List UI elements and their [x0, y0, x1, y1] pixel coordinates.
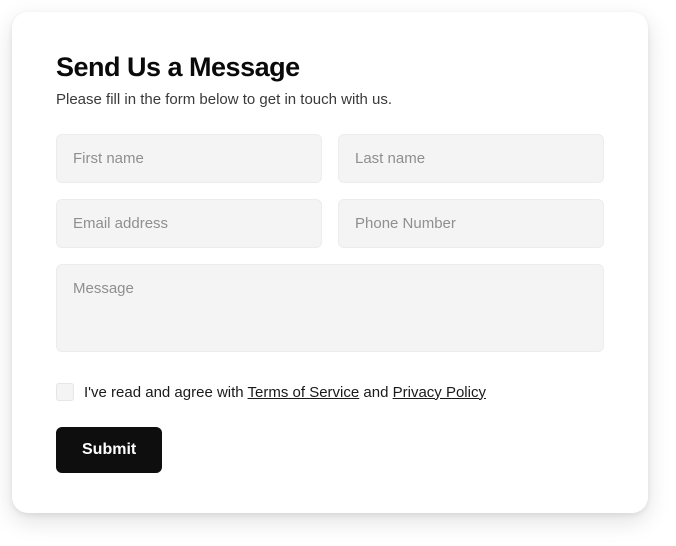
contact-form-card: Send Us a Message Please fill in the for… [12, 12, 648, 513]
agree-prefix: I've read and agree with [84, 384, 248, 401]
agree-row: I've read and agree with Terms of Servic… [56, 383, 604, 401]
form-heading: Send Us a Message [56, 52, 604, 83]
first-name-field[interactable] [56, 134, 322, 183]
submit-button[interactable]: Submit [56, 427, 162, 473]
agree-text: I've read and agree with Terms of Servic… [84, 384, 486, 401]
name-row [56, 134, 604, 183]
email-field[interactable] [56, 199, 322, 248]
tos-link[interactable]: Terms of Service [248, 384, 360, 401]
privacy-link[interactable]: Privacy Policy [393, 384, 486, 401]
form-subtext: Please fill in the form below to get in … [56, 91, 604, 108]
agree-checkbox[interactable] [56, 383, 74, 401]
last-name-field[interactable] [338, 134, 604, 183]
phone-field[interactable] [338, 199, 604, 248]
agree-middle: and [359, 384, 392, 401]
message-field[interactable] [56, 264, 604, 352]
contact-row [56, 199, 604, 248]
